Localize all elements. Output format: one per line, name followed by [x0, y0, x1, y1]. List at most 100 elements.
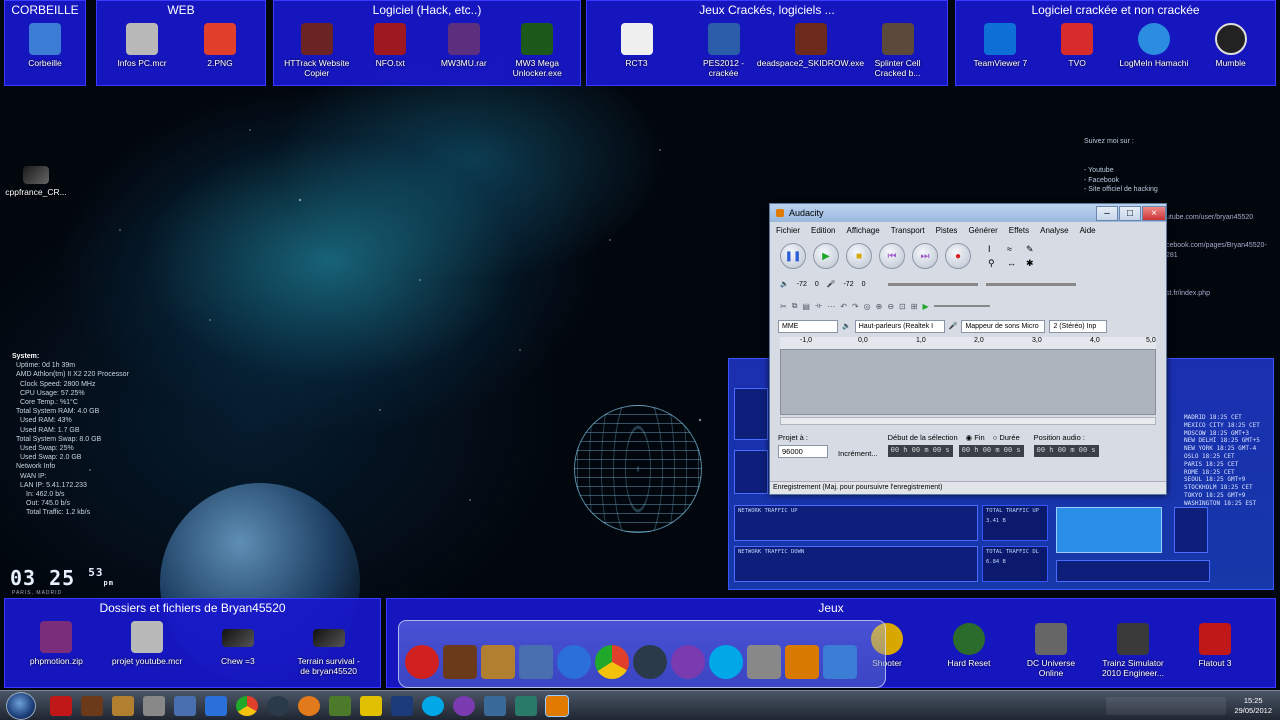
link-hacking-site[interactable]: - Site officiel de hacking	[1084, 185, 1158, 195]
steam-icon[interactable]	[633, 645, 667, 679]
menu-effets[interactable]: Effets	[1009, 226, 1029, 235]
selection-start-time[interactable]: 00 h 00 m 00 s	[887, 445, 953, 457]
chrome-icon[interactable]	[236, 695, 258, 716]
fit-selection-icon[interactable]: ⊡	[899, 302, 906, 311]
firefox-icon[interactable]	[298, 695, 320, 716]
desktop-icon-flatout3[interactable]: Flatout 3	[1179, 623, 1251, 678]
desktop-icon-phpmotion[interactable]: phpmotion.zip	[20, 621, 92, 666]
desktop-icon-infos-pc[interactable]: Infos PC.mcr	[106, 23, 178, 68]
menu-pistes[interactable]: Pistes	[936, 226, 958, 235]
menu-fichier[interactable]: Fichier	[776, 226, 800, 235]
maximize-button[interactable]: □	[1119, 205, 1141, 221]
selection-tool-icon[interactable]: I	[988, 244, 1004, 255]
output-volume-slider[interactable]	[887, 282, 978, 286]
project-rate-select[interactable]: 96000	[778, 445, 828, 458]
pause-button[interactable]: ❚❚	[780, 243, 806, 269]
menu-aide[interactable]: Aide	[1080, 226, 1096, 235]
folder-icon[interactable]	[484, 695, 506, 716]
zoom-tool-icon[interactable]: ⚲	[988, 258, 1004, 269]
play-at-speed-icon[interactable]: ▶	[922, 302, 928, 311]
desktop-icon-splinter-cell[interactable]: Splinter Cell Cracked b...	[862, 23, 934, 78]
vb-icon[interactable]	[519, 645, 553, 679]
minecraft-icon[interactable]	[329, 695, 351, 716]
skip-start-button[interactable]: ⏮	[879, 243, 905, 269]
play-speed-slider[interactable]	[933, 305, 990, 307]
close-button[interactable]: ×	[1142, 205, 1166, 221]
desktop-icon-projet-youtube[interactable]: projet youtube.mcr	[111, 621, 183, 666]
skype-icon[interactable]	[422, 695, 444, 716]
timeline-ruler[interactable]: -1,0 0,0 1,0 2,0 3,0 4,0 5,0	[780, 337, 1156, 349]
start-button[interactable]	[6, 691, 36, 720]
url-facebook[interactable]: cebook.com/pages/Bryan45520-	[1166, 242, 1267, 249]
track-area[interactable]	[780, 349, 1156, 415]
books-icon[interactable]	[481, 645, 515, 679]
paste-icon[interactable]: ▤	[802, 302, 810, 311]
desktop-icon-trainz[interactable]: Trainz Simulator 2010 Engineer...	[1097, 623, 1169, 678]
url-youtube[interactable]: utube.com/user/bryan45520	[1166, 214, 1253, 221]
cut-icon[interactable]: ✂	[780, 302, 787, 311]
desktop-icon-nfo[interactable]: NFO.txt	[354, 23, 426, 68]
desktop-icon-terrain-survival[interactable]: Terrain survival - de bryan45520	[293, 621, 365, 676]
end-radio[interactable]: ◉ Fin	[966, 433, 985, 442]
desktop-icon-mw3-unlocker[interactable]: MW3 Mega Unlocker.exe	[501, 23, 573, 78]
desktop-icon-hamachi[interactable]: LogMeIn Hamachi	[1118, 23, 1190, 68]
media-player-icon[interactable]	[405, 645, 439, 679]
audacity-titlebar[interactable]: Audacity – □ ×	[770, 204, 1166, 222]
url-site[interactable]: st.fr/index.php	[1166, 290, 1210, 297]
tray-clock[interactable]: 15:25 29/05/2012	[1234, 696, 1272, 716]
trash-icon[interactable]	[823, 645, 857, 679]
font-icon[interactable]	[360, 695, 382, 716]
desktop-icon-httrack[interactable]: HTTrack Website Copier	[281, 23, 353, 78]
audio-position-time[interactable]: 00 h 00 m 00 s	[1033, 445, 1099, 457]
desktop-icon-deadspace2[interactable]: deadspace2_SKIDROW.exe	[757, 23, 864, 68]
desktop-icon-tvo[interactable]: TVO	[1041, 23, 1113, 68]
input-channels-select[interactable]: 2 (Stéréo) Inp	[1049, 319, 1108, 333]
skip-end-button[interactable]: ⏭	[912, 243, 938, 269]
duration-radio[interactable]: ○ Durée	[993, 433, 1020, 442]
trim-icon[interactable]: ⟛	[815, 301, 822, 311]
chrome-icon[interactable]	[595, 645, 629, 679]
lightning-icon[interactable]	[205, 695, 227, 716]
spiral-icon[interactable]	[453, 695, 475, 716]
desktop-icon-2-png[interactable]: 2.PNG	[184, 23, 256, 68]
desktop-icon-cppfrance[interactable]: cppfrance_CR...	[0, 166, 72, 197]
url-facebook-id[interactable]: 281	[1166, 252, 1178, 259]
minimize-button[interactable]: –	[1096, 205, 1118, 221]
audio-host-select[interactable]: MME	[778, 319, 838, 333]
draw-tool-icon[interactable]: ✎	[1026, 244, 1042, 255]
undo-icon[interactable]: ↶	[840, 302, 847, 311]
input-device-select[interactable]: Mappeur de sons Micro	[961, 319, 1046, 333]
minecraft-icon[interactable]	[81, 695, 103, 716]
fit-project-icon[interactable]: ⊞	[911, 302, 918, 311]
desktop-icon-hard-reset[interactable]: Hard Reset	[933, 623, 1005, 678]
stop-button[interactable]: ■	[846, 243, 872, 269]
timeshift-tool-icon[interactable]: ↔	[1007, 258, 1023, 269]
game-icon[interactable]	[747, 645, 781, 679]
desktop-icon-dc-universe[interactable]: DC Universe Online	[1015, 623, 1087, 678]
desktop-icon-pes2012[interactable]: PES2012 - crackée	[688, 23, 760, 78]
copy-icon[interactable]: ⧉	[792, 301, 798, 311]
output-device-select[interactable]: Haut-parleurs (Realtek I	[854, 319, 945, 333]
audacity-icon[interactable]	[545, 694, 569, 717]
zoom-out-icon[interactable]: ⊖	[887, 302, 894, 311]
multi-tool-icon[interactable]: ✱	[1026, 258, 1042, 269]
link-youtube[interactable]: - Youtube	[1084, 166, 1158, 176]
tray-icons[interactable]	[1106, 697, 1227, 715]
selection-end-time[interactable]: 00 h 00 m 00 s	[958, 445, 1024, 457]
record-button[interactable]: ●	[945, 243, 971, 269]
redo-icon[interactable]: ↷	[852, 302, 859, 311]
zoom-in-icon[interactable]: ⊕	[876, 302, 883, 311]
desktop-icon-mumble[interactable]: Mumble	[1195, 23, 1267, 68]
menu-edition[interactable]: Edition	[811, 226, 835, 235]
lightning-icon[interactable]	[557, 645, 591, 679]
monitor-icon[interactable]	[515, 695, 537, 716]
vb-icon[interactable]	[174, 695, 196, 716]
input-volume-slider[interactable]	[985, 282, 1076, 286]
media-player-icon[interactable]	[50, 695, 72, 716]
photoshop-icon[interactable]	[391, 695, 413, 716]
menu-transport[interactable]: Transport	[891, 226, 925, 235]
envelope-tool-icon[interactable]: ≈	[1007, 244, 1023, 255]
lock-icon[interactable]	[785, 645, 819, 679]
spiral-icon[interactable]	[671, 645, 705, 679]
desktop-icon-teamviewer[interactable]: TeamViewer 7	[964, 23, 1036, 68]
